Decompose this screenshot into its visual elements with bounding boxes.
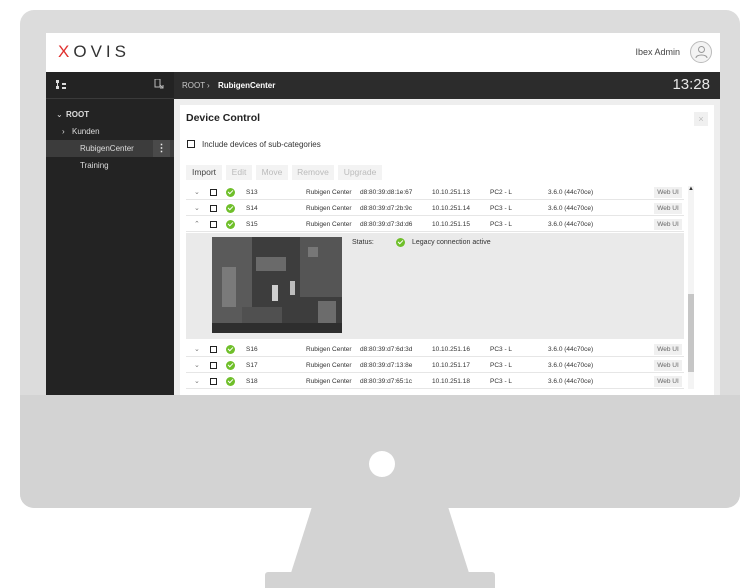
scrollbar-thumb[interactable] [688, 294, 694, 372]
page-title: Device Control [186, 112, 261, 124]
user-icon[interactable] [690, 41, 712, 63]
check-circle-icon [226, 188, 235, 197]
monitor-stand [290, 508, 470, 576]
row-checkbox[interactable] [210, 221, 217, 228]
chevron-down-icon[interactable]: ⌄ [194, 377, 200, 385]
remove-button[interactable]: Remove [292, 165, 334, 180]
scrollbar[interactable]: ▲ [688, 186, 694, 389]
pin-icon[interactable] [154, 79, 164, 91]
sidebar-item-label: RubigenCenter [80, 144, 134, 153]
clock: 13:28 [672, 76, 710, 93]
table-row[interactable]: ⌄ S16 Rubigen Center d8:80:39:d7:6d:3d 1… [186, 343, 684, 357]
breadcrumb-separator: › [207, 81, 210, 90]
table-row[interactable]: ⌄ S14 Rubigen Center d8:80:39:d7:2b:9c 1… [186, 202, 684, 216]
row-checkbox[interactable] [210, 378, 217, 385]
monitor-power-dot [369, 451, 395, 477]
edit-button[interactable]: Edit [226, 165, 252, 180]
chevron-down-icon[interactable]: ⌄ [194, 204, 200, 212]
status-text: Legacy connection active [412, 239, 491, 246]
monitor-stand-base [265, 572, 495, 588]
check-circle-icon [226, 361, 235, 370]
camera-snapshot [212, 237, 342, 333]
tree-icon[interactable] [56, 80, 67, 90]
sidebar-item-rubigencenter[interactable]: RubigenCenter ⋮ [46, 140, 174, 157]
check-circle-icon [226, 345, 235, 354]
row-checkbox[interactable] [210, 205, 217, 212]
status-label: Status: [352, 239, 374, 246]
include-subcategories-checkbox[interactable] [187, 140, 195, 148]
sidebar-item-training[interactable]: Training [46, 157, 174, 174]
move-button[interactable]: Move [256, 165, 288, 180]
sidebar: ⌄ ROOT › Kunden RubigenCenter ⋮ Training [46, 72, 174, 395]
close-icon[interactable]: × [694, 112, 708, 126]
web-ui-button[interactable]: Web UI [654, 376, 682, 387]
sidebar-header [46, 72, 174, 99]
sidebar-item-kunden[interactable]: › Kunden [46, 123, 174, 140]
upgrade-button[interactable]: Upgrade [338, 165, 382, 180]
user-name[interactable]: Ibex Admin [635, 47, 680, 57]
web-ui-button[interactable]: Web UI [654, 187, 682, 198]
sidebar-item-label: Training [80, 161, 109, 170]
check-circle-icon [226, 204, 235, 213]
more-options-icon[interactable]: ⋮ [153, 140, 170, 157]
table-row[interactable]: ⌄ S18 Rubigen Center d8:80:39:d7:65:1c 1… [186, 375, 684, 389]
row-checkbox[interactable] [210, 362, 217, 369]
app-screen: XOVIS Ibex Admin ⌄ ROOT › Kunden Rubigen… [46, 33, 720, 395]
app-logo: XOVIS [58, 42, 130, 61]
chevron-down-icon[interactable]: ⌄ [194, 188, 200, 196]
device-detail: Status: Legacy connection active [186, 233, 684, 339]
sidebar-item-root[interactable]: ⌄ ROOT [46, 106, 174, 123]
web-ui-button[interactable]: Web UI [654, 219, 682, 230]
check-circle-icon [396, 238, 405, 247]
web-ui-button[interactable]: Web UI [654, 203, 682, 214]
device-control-panel: Device Control × Include devices of sub-… [180, 105, 714, 395]
chevron-up-icon[interactable]: ⌃ [194, 220, 200, 228]
table-row[interactable]: ⌄ S17 Rubigen Center d8:80:39:d7:13:8e 1… [186, 359, 684, 373]
scroll-up-icon[interactable]: ▲ [688, 186, 694, 192]
row-checkbox[interactable] [210, 189, 217, 196]
check-circle-icon [226, 220, 235, 229]
web-ui-button[interactable]: Web UI [654, 360, 682, 371]
chevron-down-icon[interactable]: ⌄ [194, 361, 200, 369]
table-row[interactable]: ⌄ S13 Rubigen Center d8:80:39:d8:1e:67 1… [186, 186, 684, 200]
web-ui-button[interactable]: Web UI [654, 344, 682, 355]
import-button[interactable]: Import [186, 165, 222, 180]
include-subcategories-label: Include devices of sub-categories [202, 140, 321, 149]
breadcrumb: ROOT › RubigenCenter 13:28 [174, 72, 720, 99]
sidebar-item-label: ROOT [66, 110, 90, 119]
chevron-down-icon[interactable]: ⌄ [194, 345, 200, 353]
top-bar: XOVIS Ibex Admin [46, 33, 720, 72]
sidebar-item-label: Kunden [72, 127, 100, 136]
check-circle-icon [226, 377, 235, 386]
breadcrumb-current: RubigenCenter [218, 81, 276, 90]
breadcrumb-root[interactable]: ROOT [182, 81, 205, 90]
main-content: Device Control × Include devices of sub-… [174, 99, 720, 395]
row-checkbox[interactable] [210, 346, 217, 353]
table-row[interactable]: ⌃ S15 Rubigen Center d8:80:39:d7:3d:d6 1… [186, 218, 684, 232]
